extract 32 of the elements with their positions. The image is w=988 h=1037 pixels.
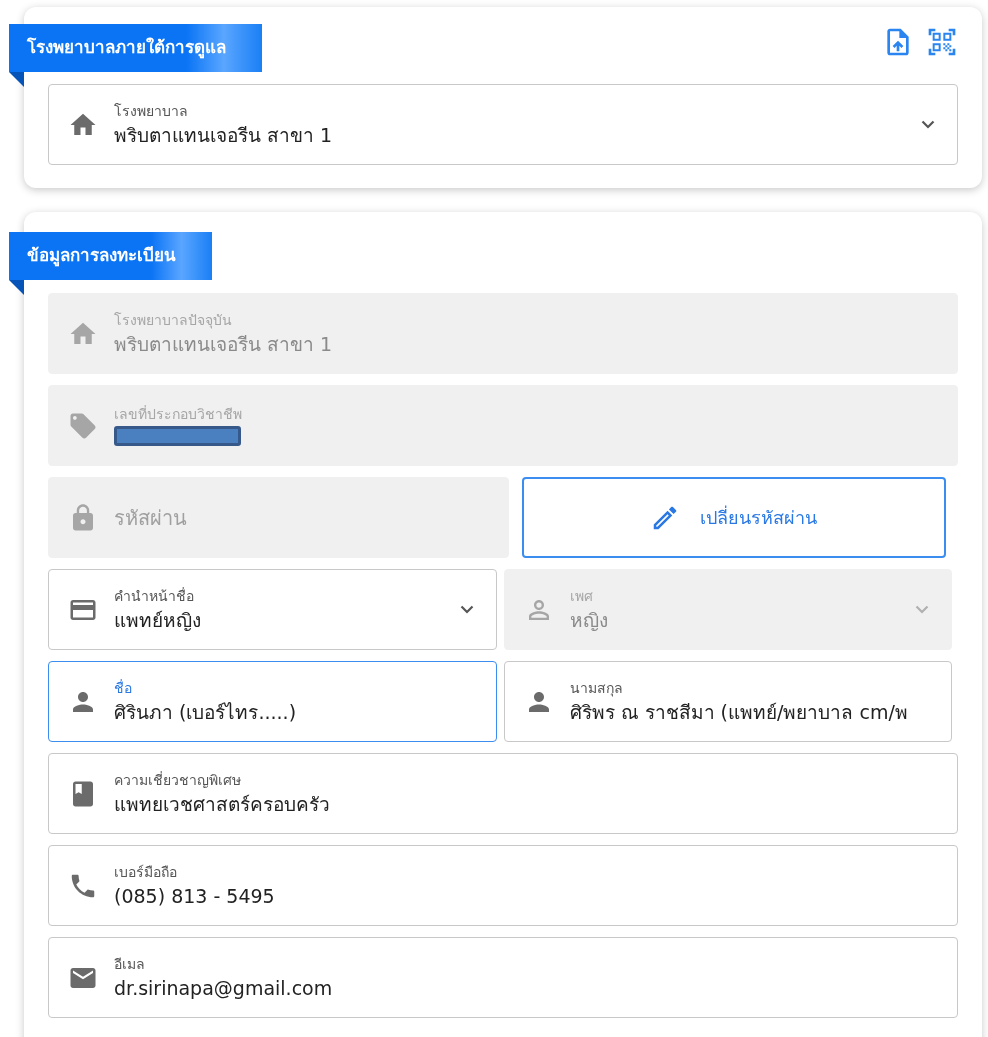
text-field[interactable]: ชื่อ ศิรินภา (เบอร์ไทร.....) [48, 661, 497, 742]
field-label: เพศ [569, 587, 594, 605]
text-field[interactable]: ความเชี่ยวชาญพิเศษ แพทยเวชศาสตร์ครอบครัว [48, 753, 958, 834]
field-value: แพทยเวชศาสตร์ครอบครัว [114, 792, 331, 816]
ribbon-fold [9, 72, 24, 87]
qr-code-icon[interactable] [926, 26, 958, 58]
field-value: หญิง [569, 608, 609, 632]
field-label: โรงพยาบาลปัจจุบัน [114, 311, 233, 329]
text-field[interactable]: อีเมล dr.sirinapa@gmail.com [48, 937, 958, 1018]
field-label: โรงพยาบาล [114, 102, 189, 120]
text-field[interactable]: นามสกุล ศิริพร ณ ราชสีมา (แพทย์/พยาบาล cm/พ [503, 661, 952, 742]
select-field[interactable]: คำนำหน้าชื่อ แพทย์หญิง [48, 569, 497, 650]
field-label: คำนำหน้าชื่อ [114, 587, 195, 605]
ribbon-fold [9, 280, 24, 295]
select-field[interactable]: โรงพยาบาล พริบตาแทนเจอรีน สาขา 1 [48, 84, 958, 165]
field-value: ศิริพร ณ ราชสีมา (แพทย์/พยาบาล cm/พ [569, 700, 909, 724]
field-label: นามสกุล [569, 679, 624, 697]
field-label: เบอร์มือถือ [114, 863, 178, 881]
field-label: อีเมล [114, 955, 146, 973]
field-value: พริบตาแทนเจอรีน สาขา 1 [114, 332, 334, 356]
field-value: แพทย์หญิง [114, 608, 202, 632]
field-value: ศิรินภา (เบอร์ไทร.....) [114, 700, 298, 724]
text-field[interactable]: เบอร์มือถือ (085) 813 - 5495 [48, 845, 958, 926]
section-title: ข้อมูลการลงทะเบียน [27, 244, 176, 269]
field-value: (085) 813 - 5495 [114, 884, 276, 908]
field-label: ชื่อ [114, 679, 133, 697]
field-value: dr.sirinapa@gmail.com [114, 976, 334, 1000]
field-label: ความเชี่ยวชาญพิเศษ [114, 771, 242, 789]
change-password-button[interactable]: เปลี่ยนรหัสผ่าน [521, 477, 946, 558]
field-label: เลขที่ประกอบวิชาชีพ [114, 405, 243, 423]
section-title: โรงพยาบาลภายใต้การดูแล [27, 36, 226, 61]
field-value: พริบตาแทนเจอรีน สาขา 1 [114, 123, 334, 147]
